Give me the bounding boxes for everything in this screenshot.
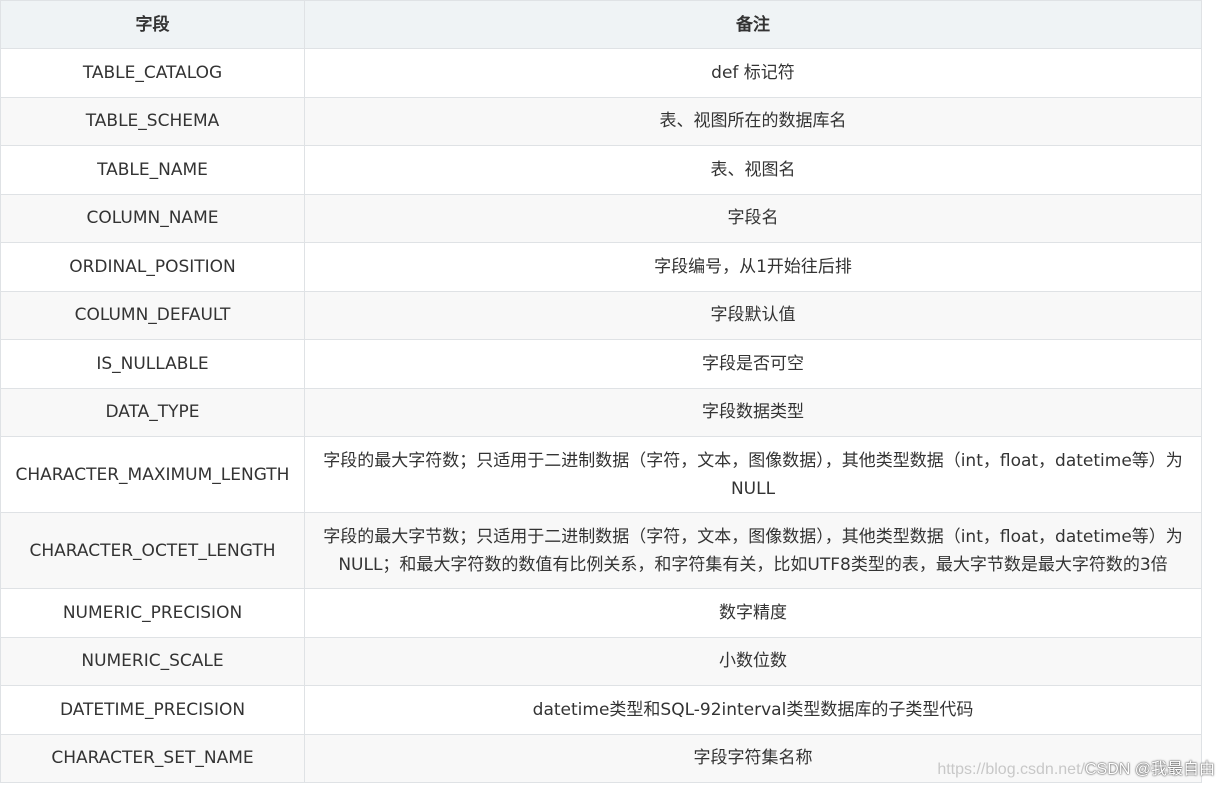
table-row: NUMERIC_PRECISION 数字精度 [0, 588, 1202, 638]
note-cell: 字段名 [304, 193, 1202, 243]
field-cell: COLUMN_DEFAULT [0, 290, 305, 340]
note-cell: 字段是否可空 [304, 339, 1202, 389]
field-cell: DATETIME_PRECISION [0, 685, 305, 735]
table-row: CHARACTER_MAXIMUM_LENGTH 字段的最大字符数；只适用于二进… [0, 436, 1202, 513]
field-cell: NUMERIC_SCALE [0, 636, 305, 686]
table-row: NUMERIC_SCALE 小数位数 [0, 636, 1202, 686]
note-cell: 字段数据类型 [304, 387, 1202, 437]
table-row: DATETIME_PRECISION datetime类型和SQL-92inte… [0, 685, 1202, 735]
table-row: TABLE_SCHEMA 表、视图所在的数据库名 [0, 96, 1202, 146]
note-cell: datetime类型和SQL-92interval类型数据库的子类型代码 [304, 685, 1202, 735]
field-cell: COLUMN_NAME [0, 193, 305, 243]
table-row: CHARACTER_OCTET_LENGTH 字段的最大字节数；只适用于二进制数… [0, 512, 1202, 589]
field-cell: TABLE_SCHEMA [0, 96, 305, 146]
note-cell: 字段编号，从1开始往后排 [304, 242, 1202, 292]
note-cell: 数字精度 [304, 588, 1202, 638]
field-cell: CHARACTER_OCTET_LENGTH [0, 512, 305, 589]
table-row: COLUMN_DEFAULT 字段默认值 [0, 290, 1202, 340]
table-row: TABLE_NAME 表、视图名 [0, 145, 1202, 195]
watermark-url: https://blog.csdn.net/ [937, 761, 1085, 778]
header-note: 备注 [304, 0, 1202, 49]
table-header-row: 字段 备注 [0, 0, 1202, 49]
table-row: DATA_TYPE 字段数据类型 [0, 387, 1202, 437]
note-cell: 字段默认值 [304, 290, 1202, 340]
field-cell: ORDINAL_POSITION [0, 242, 305, 292]
note-cell: 表、视图所在的数据库名 [304, 96, 1202, 146]
field-cell: CHARACTER_MAXIMUM_LENGTH [0, 436, 305, 513]
field-cell: TABLE_NAME [0, 145, 305, 195]
watermark-author: CSDN @我最自由 [1084, 761, 1215, 778]
table-row: ORDINAL_POSITION 字段编号，从1开始往后排 [0, 242, 1202, 292]
table-row: COLUMN_NAME 字段名 [0, 193, 1202, 243]
note-cell: def 标记符 [304, 48, 1202, 98]
header-field: 字段 [0, 0, 305, 49]
note-cell: 字段的最大字符数；只适用于二进制数据（字符，文本，图像数据），其他类型数据（in… [304, 436, 1202, 513]
note-cell: 小数位数 [304, 636, 1202, 686]
note-cell: 表、视图名 [304, 145, 1202, 195]
table-row: TABLE_CATALOG def 标记符 [0, 48, 1202, 98]
field-cell: NUMERIC_PRECISION [0, 588, 305, 638]
table-row: IS_NULLABLE 字段是否可空 [0, 339, 1202, 389]
field-cell: DATA_TYPE [0, 387, 305, 437]
field-cell: IS_NULLABLE [0, 339, 305, 389]
note-cell: 字段的最大字节数；只适用于二进制数据（字符，文本，图像数据），其他类型数据（in… [304, 512, 1202, 589]
field-cell: CHARACTER_SET_NAME [0, 733, 305, 783]
csdn-watermark: https://blog.csdn.net/CSDN @我最自由 [937, 755, 1215, 779]
field-cell: TABLE_CATALOG [0, 48, 305, 98]
field-description-table: 字段 备注 TABLE_CATALOG def 标记符 TABLE_SCHEMA… [0, 0, 1202, 783]
